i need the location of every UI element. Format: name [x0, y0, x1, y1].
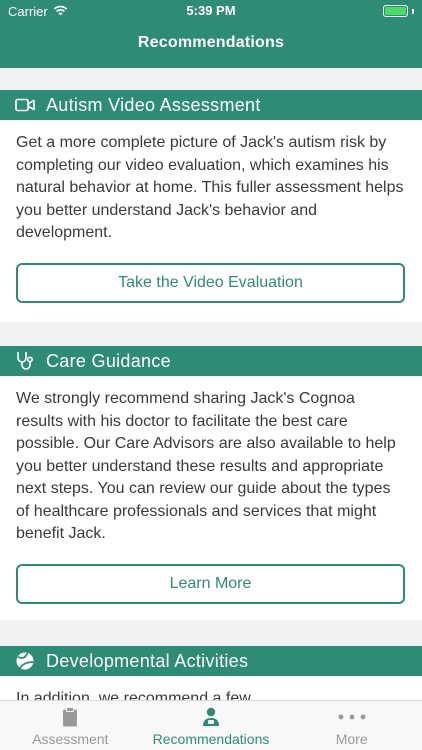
person-icon — [201, 707, 221, 727]
tab-bar: Assessment Recommendations More — [0, 700, 422, 750]
card-title: Care Guidance — [46, 350, 171, 371]
app-header: Carrier 5:39 PM Recommendations — [0, 0, 422, 68]
carrier-label: Carrier — [8, 3, 48, 19]
recommendations-list[interactable]: Autism Video Assessment Get a more compl… — [0, 68, 422, 700]
card-description: In addition, we recommend a few ... — [16, 690, 269, 700]
tab-label: Recommendations — [152, 731, 270, 747]
clipboard-icon — [62, 707, 78, 727]
tab-recommendations[interactable]: Recommendations — [141, 701, 282, 750]
wifi-icon — [53, 4, 68, 19]
ball-icon — [14, 650, 36, 672]
battery-tip — [412, 8, 414, 14]
tab-assessment[interactable]: Assessment — [0, 701, 141, 750]
card-care-guidance: Care Guidance We strongly recommend shar… — [0, 346, 422, 620]
card-developmental-activities: Developmental Activities In addition, we… — [0, 646, 422, 700]
card-header: Autism Video Assessment — [0, 90, 422, 120]
card-description: Get a more complete picture of Jack's au… — [16, 134, 404, 241]
ellipsis-icon — [337, 707, 367, 727]
video-camera-icon — [14, 94, 36, 116]
page-title: Recommendations — [137, 34, 285, 51]
status-bar: Carrier 5:39 PM — [0, 0, 422, 22]
tab-label: More — [335, 731, 368, 747]
tab-label: Assessment — [32, 731, 109, 747]
card-title: Developmental Activities — [46, 650, 249, 671]
card-title: Autism Video Assessment — [46, 94, 261, 115]
card-header: Care Guidance — [0, 346, 422, 376]
take-video-evaluation-button[interactable]: Take the Video Evaluation — [16, 262, 405, 303]
battery-icon — [383, 5, 408, 17]
stethoscope-icon — [14, 350, 36, 372]
tab-more[interactable]: More — [281, 701, 422, 750]
card-description: We strongly recommend sharing Jack's Cog… — [16, 390, 396, 542]
card-header: Developmental Activities — [0, 646, 422, 676]
card-video-assessment: Autism Video Assessment Get a more compl… — [0, 90, 422, 322]
learn-more-button[interactable]: Learn More — [16, 563, 405, 604]
